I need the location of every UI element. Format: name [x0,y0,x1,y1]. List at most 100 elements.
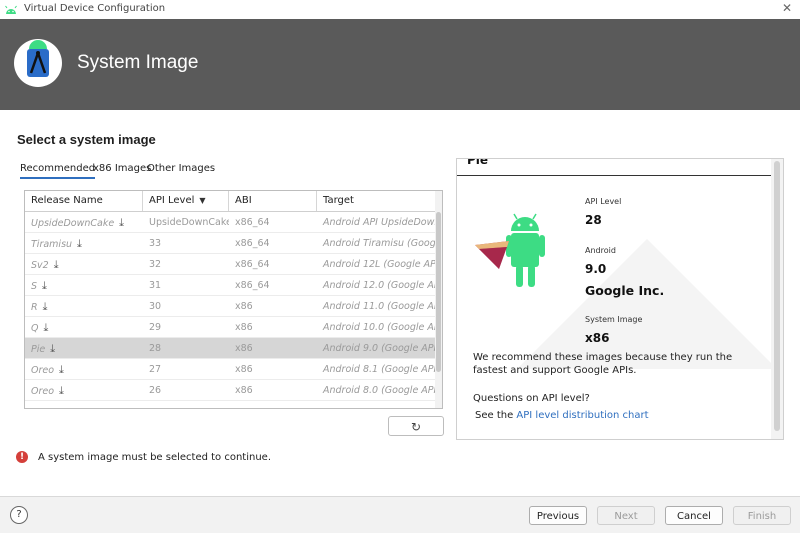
system-image-value: x86 [585,331,610,345]
cell-abi: x86_64 [235,280,270,291]
validation-error: ! A system image must be selected to cont… [16,451,271,463]
next-button[interactable]: Next [597,506,655,525]
cell-api: 31 [149,280,162,291]
cell-name: R ⤓ [25,296,143,317]
column-abi[interactable]: ABI [229,191,317,211]
cell-api: 26 [149,385,162,396]
table-row[interactable]: S⤓ 31 x86_64 Android 12.0 (Google APIs) [25,275,435,296]
section-title: Select a system image [17,132,156,147]
table-row[interactable]: Tiramisu ⤓ 33 x86_64 Android Tiramisu (Googl… [25,233,435,254]
android-pie-illustration [475,213,545,287]
cell-name: Oreo ⤓ [25,359,143,380]
error-message: A system image must be selected to conti… [38,452,272,463]
table-row[interactable]: Q⤓ 29 x86 Android 10.0 (Google APIs) [25,317,435,338]
close-icon[interactable]: ✕ [782,1,792,15]
cell-api: 29 [149,322,162,333]
wizard-footer: ? Previous Next Cancel Finish [0,496,800,533]
download-icon[interactable]: ⤓ [50,338,55,359]
api-level-value: 28 [585,213,602,227]
android-version-value: 9.0 [585,262,607,276]
android-studio-logo [14,39,62,87]
android-icon [5,5,17,14]
column-api-level[interactable]: API Level ▼ [143,191,229,211]
detail-heading-bar: Pie [457,159,771,176]
cell-name: S ⤓ [25,275,143,296]
cell-abi: x86 [235,343,253,354]
download-icon[interactable]: ⤓ [54,254,59,275]
cell-name: Tiramisu ⤓ [25,233,143,254]
image-detail-panel: Pie API Level 28 Android 9.0 Google Inc.… [456,158,784,440]
column-release-name[interactable]: Release Name [25,191,143,211]
cell-abi: x86 [235,322,253,333]
cell-abi: x86_64 [235,238,270,249]
cell-target: Android 9.0 (Google APIs) [323,343,435,354]
cell-api: UpsideDownCake [149,217,229,228]
api-level-chart-link[interactable]: API level distribution chart [516,410,648,421]
download-icon[interactable]: ⤓ [77,233,82,254]
cell-api: 32 [149,259,162,270]
cell-target: Android 12L (Google APIs) [323,259,435,270]
cell-api: 27 [149,364,162,375]
download-icon[interactable]: ⤓ [42,275,47,296]
previous-button[interactable]: Previous [529,506,587,525]
android-label: Android [585,246,616,255]
table-row[interactable]: Sv2 ⤓ 32 x86_64 Android 12L (Google APIs) [25,254,435,275]
api-link-line: See the API level distribution chart [475,410,649,421]
download-icon[interactable]: ⤓ [43,317,48,338]
api-question-text: Questions on API level? [473,393,590,404]
download-icon[interactable]: ⤓ [59,359,64,380]
cell-name: Q ⤓ [25,317,143,338]
cell-target: Android API UpsideDownCake [323,217,435,228]
tab-recommended[interactable]: Recommended [20,163,96,179]
cell-api: 28 [149,343,162,354]
download-icon[interactable]: ⤓ [119,212,124,233]
table-row[interactable]: Pie ⤓ 28 x86 Android 9.0 (Google APIs) [25,338,435,359]
cell-api: 30 [149,301,162,312]
detail-heading: Pie [467,158,489,167]
table-scrollbar[interactable] [435,191,442,408]
cell-abi: x86 [235,364,253,375]
help-button[interactable]: ? [10,506,28,524]
title-bar: Virtual Device Configuration ✕ [0,0,800,19]
finish-button[interactable]: Finish [733,506,791,525]
scrollbar-thumb[interactable] [436,212,441,372]
wizard-header: System Image [0,19,800,110]
detail-scrollbar[interactable] [771,159,783,439]
cell-name: Oreo ⤓ [25,380,143,401]
cell-name: UpsideDownCake ⤓ [25,212,143,233]
cell-abi: x86 [235,385,253,396]
table-row[interactable]: Oreo ⤓ 27 x86 Android 8.1 (Google APIs) [25,359,435,380]
cell-target: Android 11.0 (Google APIs [323,301,435,312]
api-level-label: API Level [585,197,622,206]
cell-name: Sv2 ⤓ [25,254,143,275]
cell-target: Android 12.0 (Google APIs) [323,280,435,291]
page-title: System Image [77,52,199,73]
cell-abi: x86_64 [235,259,270,270]
cell-abi: x86_64 [235,217,270,228]
column-target[interactable]: Target [317,191,435,211]
help-icon: ? [16,509,22,520]
table-row[interactable]: Oreo ⤓ 26 x86 Android 8.0 (Google APIs) [25,380,435,401]
cell-target: Android 8.0 (Google APIs) [323,385,435,396]
download-icon[interactable]: ⤓ [43,296,48,317]
system-image-label: System Image [585,315,643,324]
download-icon[interactable]: ⤓ [59,380,64,401]
recommendation-text: We recommend these images because they r… [473,352,733,376]
table-row[interactable]: R ⤓ 30 x86 Android 11.0 (Google APIs [25,296,435,317]
sort-descending-icon: ▼ [199,196,206,205]
refresh-icon: ↻ [410,420,422,434]
error-icon: ! [16,451,28,463]
detail-scrollbar-thumb[interactable] [774,161,780,431]
table-header: Release Name API Level ▼ ABI Target [25,191,435,212]
cell-target: Android 10.0 (Google APIs) [323,322,435,333]
vendor-value: Google Inc. [585,283,665,298]
cell-api: 33 [149,238,162,249]
table-row[interactable]: UpsideDownCake ⤓ UpsideDownCake x86_64 Andro… [25,212,435,233]
cell-target: Android 8.1 (Google APIs) [323,364,435,375]
tab-other-images[interactable]: Other Images [147,163,215,174]
cell-abi: x86 [235,301,253,312]
cancel-button[interactable]: Cancel [665,506,723,525]
system-image-table: Release Name API Level ▼ ABI Target Upsid… [24,190,443,409]
tab-x86-images[interactable]: x86 Images [93,163,151,174]
refresh-button[interactable]: ↻ [388,416,444,436]
